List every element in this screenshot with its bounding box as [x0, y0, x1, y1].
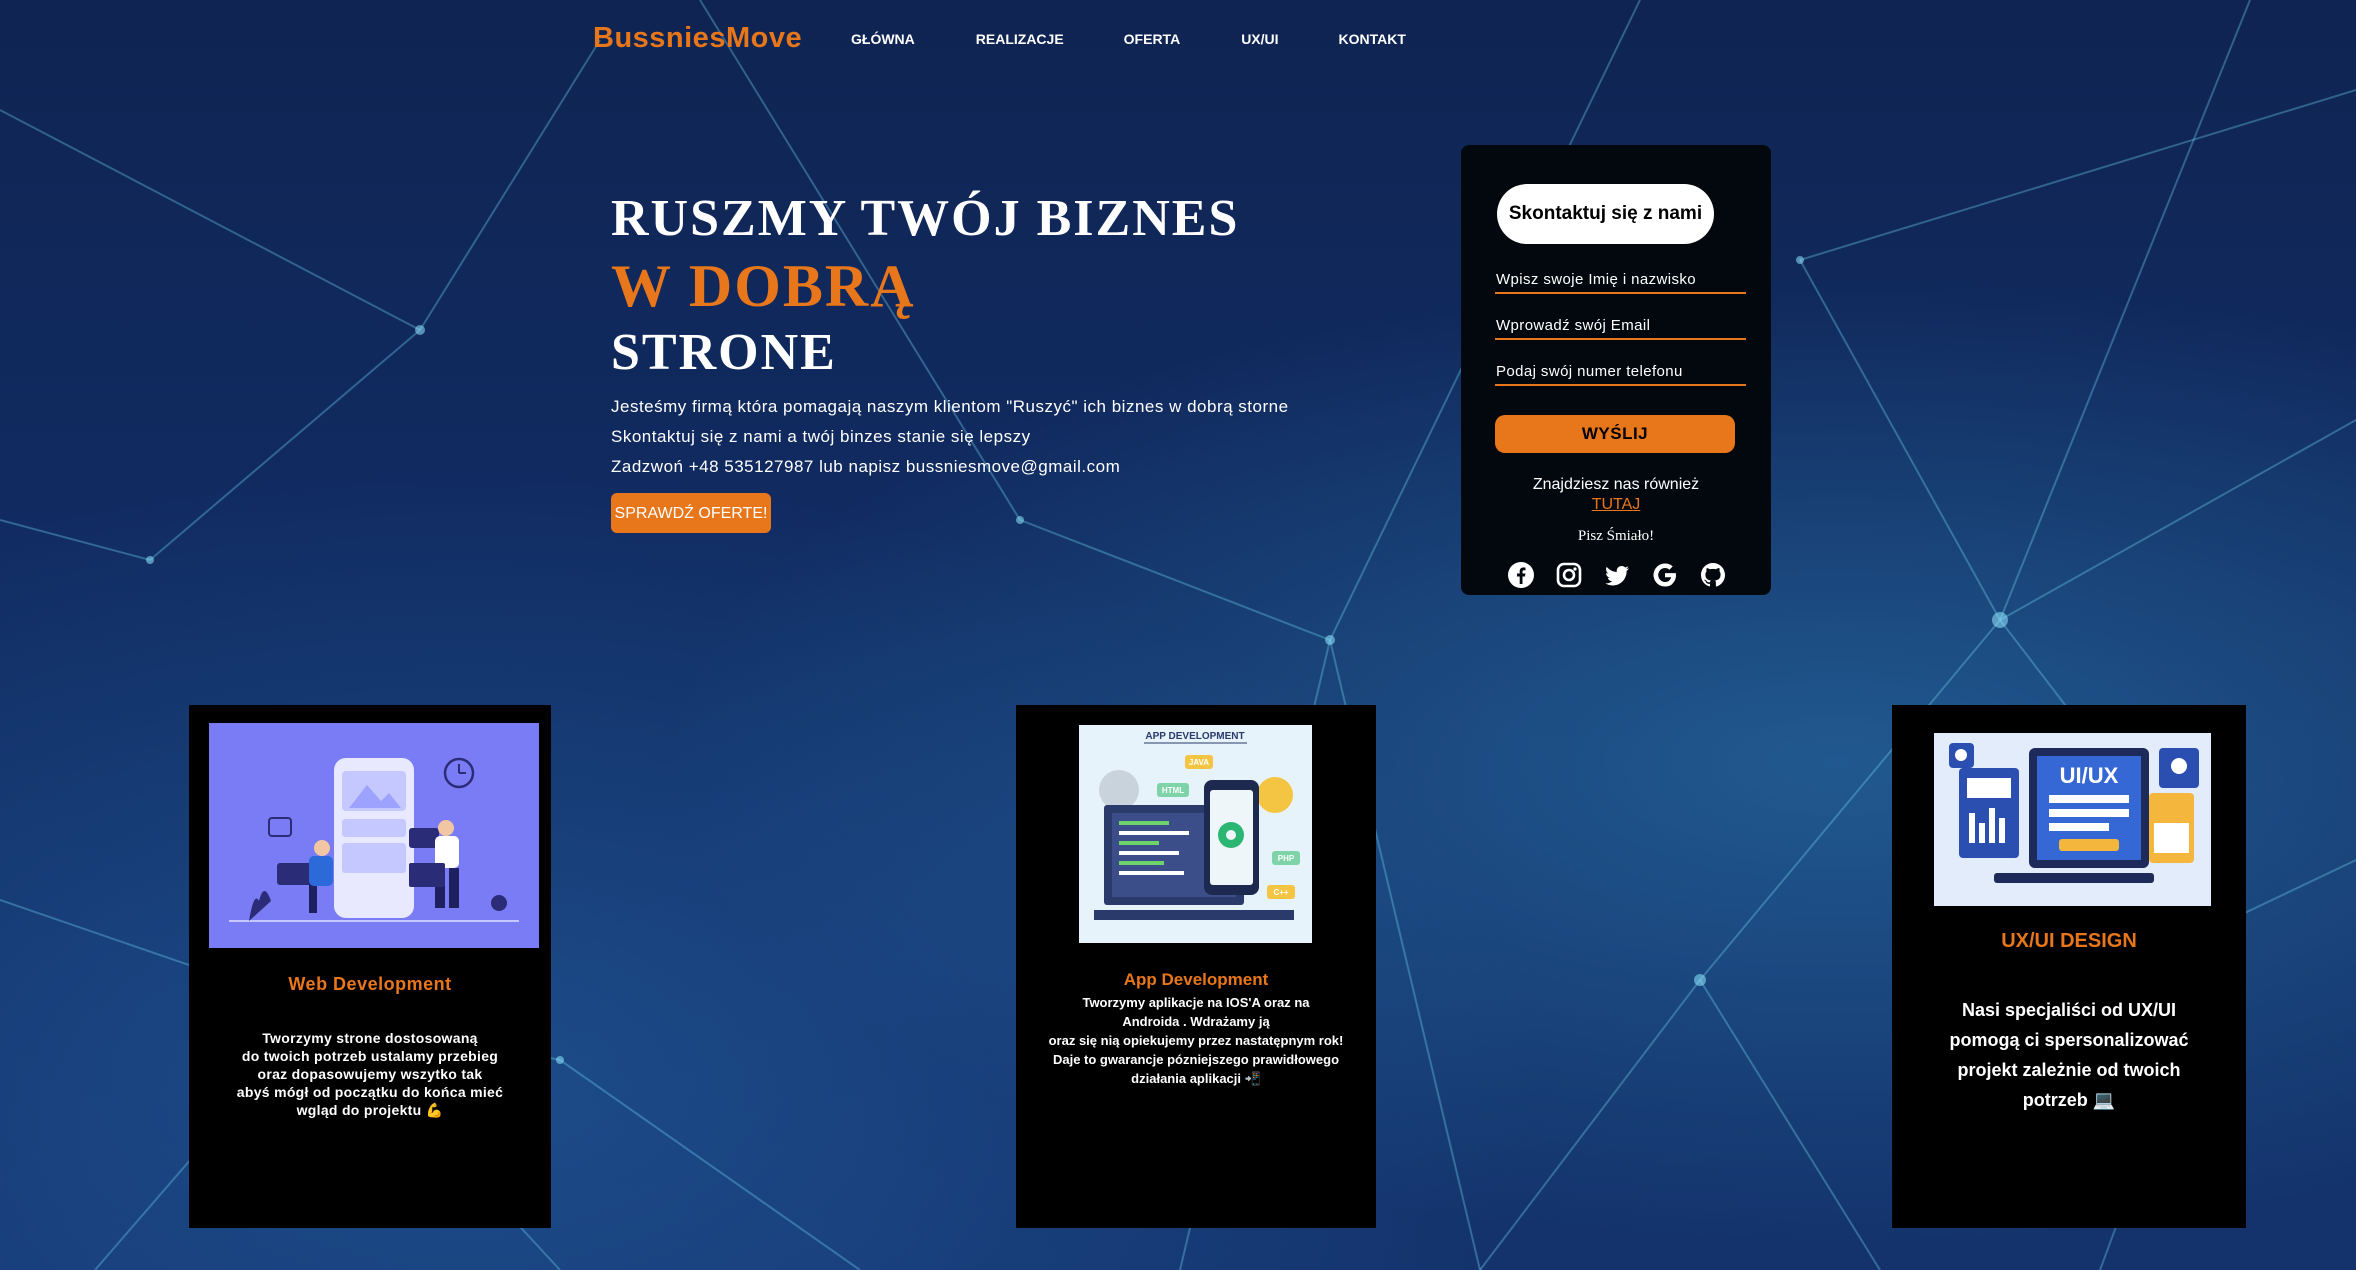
- logo[interactable]: BussniesMove: [593, 22, 802, 55]
- send-button[interactable]: WYŚLIJ: [1495, 415, 1735, 453]
- hero-description: Jesteśmy firmą która pomagają naszym kli…: [611, 397, 1289, 416]
- facebook-icon[interactable]: [1507, 561, 1535, 589]
- nav-item-ux-ui[interactable]: UX/UI: [1241, 31, 1278, 47]
- ux-ui-illustration: UI/UX: [1934, 733, 2211, 906]
- instagram-icon[interactable]: [1555, 561, 1583, 589]
- card-text-web: Tworzymy strone dostosowaną do twoich po…: [236, 1030, 504, 1118]
- hero-phone-email: Zadzwoń +48 535127987 lub napisz bussnie…: [611, 457, 1121, 476]
- find-us-text: Znajdziesz nas również: [1532, 476, 1700, 493]
- app-illustration-title: APP DEVELOPMENT: [1145, 731, 1244, 742]
- php-tag: PHP: [1278, 854, 1295, 863]
- service-card-uxui: UI/UX UX/UI DESIGN Nasi specjaliści od U…: [1892, 705, 2246, 1228]
- card-title-app: App Development: [1123, 970, 1269, 989]
- uiux-illustration-title: UI/UX: [2060, 763, 2119, 788]
- name-field[interactable]: [1495, 266, 1746, 294]
- google-icon[interactable]: [1651, 561, 1679, 589]
- github-icon[interactable]: [1699, 561, 1727, 589]
- app-development-illustration: APP DEVELOPMENT JAVA HTML PHP C++: [1079, 725, 1312, 943]
- hero-contact-invite: Skontaktuj się z nami a twój binzes stan…: [611, 427, 1031, 446]
- find-us-link[interactable]: TUTAJ: [1461, 495, 1771, 515]
- hero-heading-line3: STRONE: [611, 324, 837, 381]
- check-offer-button[interactable]: SPRAWDŹ OFERTE!: [611, 493, 771, 533]
- twitter-icon[interactable]: [1603, 561, 1631, 589]
- web-development-illustration: [209, 723, 539, 948]
- write-boldly-text: Pisz Śmiało!: [1577, 528, 1655, 544]
- email-field[interactable]: [1495, 312, 1746, 340]
- card-text-app: Tworzymy aplikacje na IOS'A oraz na Andr…: [1048, 995, 1344, 1086]
- cpp-tag: C++: [1273, 888, 1288, 897]
- nav-item-glowna[interactable]: GŁÓWNA: [851, 31, 915, 47]
- hero-heading-line1: RUSZMY TWÓJ BIZNES: [611, 190, 1240, 247]
- nav-item-kontakt[interactable]: KONTAKT: [1339, 31, 1406, 47]
- card-title-web: Web Development: [288, 974, 452, 994]
- html-tag: HTML: [1162, 786, 1184, 795]
- nav-item-oferta[interactable]: OFERTA: [1124, 31, 1181, 47]
- nav-item-realizacje[interactable]: REALIZACJE: [976, 31, 1064, 47]
- card-text-uxui: Nasi specjaliści od UX/UI pomogą ci sper…: [1949, 1000, 2189, 1110]
- hero-heading-line2: W DOBRĄ: [611, 253, 916, 319]
- phone-field[interactable]: [1495, 358, 1746, 386]
- contact-panel: Skontaktuj się z nami WYŚLIJ Znajdziesz …: [1461, 145, 1771, 595]
- contact-title: Skontaktuj się z nami: [1497, 184, 1714, 244]
- main-nav: GŁÓWNA REALIZACJE OFERTA UX/UI KONTAKT: [851, 31, 1406, 47]
- social-icons: [1507, 561, 1727, 589]
- service-card-web: Web Development Tworzymy strone dostosow…: [189, 705, 551, 1228]
- card-title-uxui: UX/UI DESIGN: [2001, 930, 2137, 952]
- service-card-app: APP DEVELOPMENT JAVA HTML PHP C++ App De…: [1016, 705, 1376, 1228]
- find-us-also: Znajdziesz nas również TUTAJ: [1461, 475, 1771, 515]
- java-tag: JAVA: [1189, 758, 1209, 767]
- hero-section: RUSZMY TWÓJ BIZNES W DOBRĄ STRONE Jesteś…: [611, 186, 1371, 482]
